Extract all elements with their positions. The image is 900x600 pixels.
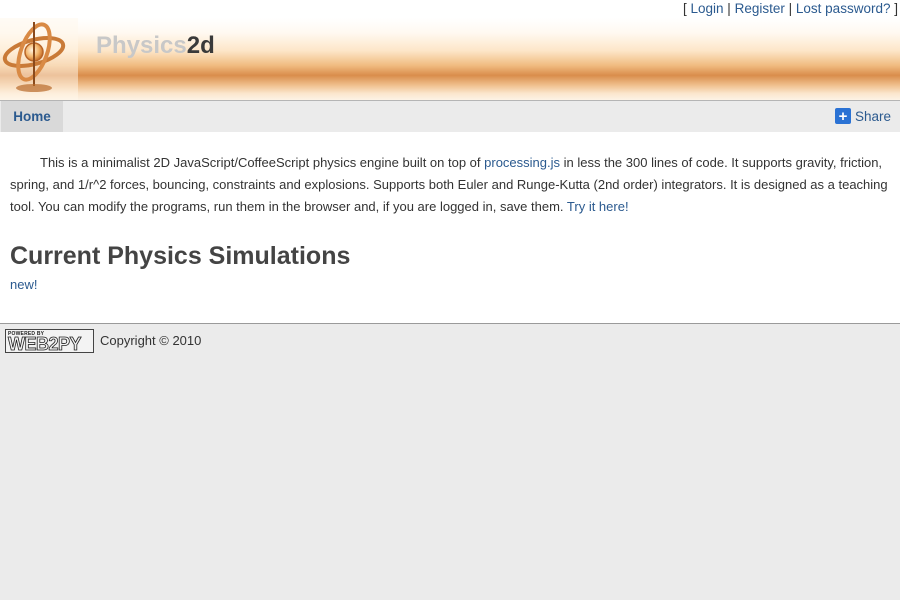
bracket-close: ]	[894, 1, 898, 16]
auth-bar: [ Login | Register | Lost password? ]	[0, 0, 900, 18]
powered-by-web2py-badge[interactable]: POWERED BY WEB2PY	[5, 329, 94, 355]
site-header: Physics2d	[0, 18, 900, 100]
separator: |	[788, 1, 793, 16]
logo-text-2d: 2d	[186, 32, 215, 59]
section-title: Current Physics Simulations	[10, 242, 351, 270]
lost-password-link[interactable]: Lost password?	[796, 1, 891, 16]
main-content: This is a minimalist 2D JavaScript/Coffe…	[0, 132, 900, 323]
logo-text-physics: Physics	[96, 32, 187, 59]
processing-js-link[interactable]: processing.js	[484, 155, 560, 170]
site-logo[interactable]: Physics2d	[96, 32, 215, 60]
login-link[interactable]: Login	[690, 1, 723, 16]
register-link[interactable]: Register	[735, 1, 785, 16]
badge-web2py-text: WEB2PY	[8, 334, 82, 355]
new-simulation-link[interactable]: new!	[10, 277, 37, 292]
separator: |	[727, 1, 731, 16]
bracket-open: [	[682, 1, 687, 16]
nav-home-tab[interactable]: Home	[1, 101, 63, 132]
share-label: Share	[854, 108, 891, 124]
intro-text: This is a minimalist 2D JavaScript/Coffe…	[40, 155, 485, 170]
try-it-here-link[interactable]: Try it here!	[567, 199, 629, 214]
copyright-text: Copyright © 2010	[100, 333, 202, 348]
gyroscope-logo-icon	[0, 18, 78, 100]
intro-paragraph: This is a minimalist 2D JavaScript/Coffe…	[10, 152, 890, 218]
footer: POWERED BY WEB2PY Copyright © 2010	[0, 323, 900, 355]
share-button[interactable]: + Share	[834, 107, 891, 125]
nav-bar: Home + Share	[0, 100, 900, 132]
plus-icon: +	[834, 108, 851, 124]
